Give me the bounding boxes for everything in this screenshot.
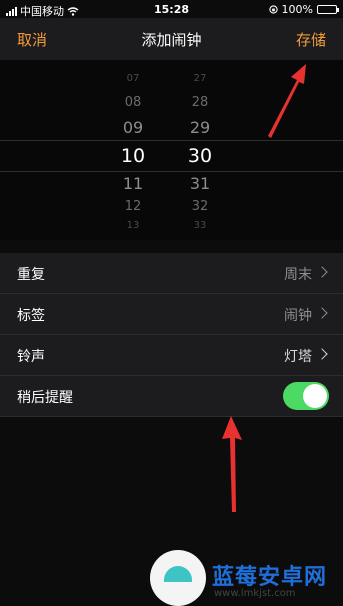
hour-option[interactable]: 09	[108, 118, 158, 137]
chevron-right-icon	[316, 307, 328, 319]
snooze-label: 稍后提醒	[17, 390, 73, 406]
label-label: 标签	[17, 308, 45, 324]
hour-option[interactable]: 13	[108, 220, 158, 231]
android-logo-icon	[150, 550, 206, 606]
label-value: 闹钟	[284, 308, 312, 324]
orientation-lock-icon	[268, 5, 278, 14]
hour-option[interactable]: 11	[108, 174, 158, 193]
minute-selected[interactable]: 30	[175, 145, 225, 167]
annotation-arrow-save	[268, 64, 306, 138]
minute-option[interactable]: 27	[175, 73, 225, 84]
snooze-row: 稍后提醒	[0, 376, 343, 417]
status-bar: 中国移动 15:28 100%	[0, 0, 343, 18]
sound-row[interactable]: 铃声 灯塔	[0, 335, 343, 376]
battery-icon	[317, 5, 339, 14]
minute-option[interactable]: 31	[175, 174, 225, 193]
sound-value: 灯塔	[284, 349, 312, 365]
minute-option[interactable]: 32	[175, 199, 225, 214]
watermark-url: www.lmkjst.com	[214, 588, 296, 599]
battery-percent: 100%	[281, 3, 313, 16]
settings-list: 重复 周末 标签 闹钟 铃声 灯塔 稍后提醒	[0, 253, 343, 417]
sound-label: 铃声	[17, 349, 45, 365]
annotation-arrow-snooze	[222, 416, 242, 512]
save-button[interactable]: 存储	[296, 29, 326, 50]
minute-option[interactable]: 33	[175, 220, 225, 231]
watermark: 蓝莓安卓网 www.lmkjst.com	[0, 540, 343, 606]
status-right: 100%	[268, 3, 339, 16]
repeat-row[interactable]: 重复 周末	[0, 253, 343, 294]
hour-option[interactable]: 08	[108, 95, 158, 110]
minute-option[interactable]: 29	[175, 118, 225, 137]
hour-selected[interactable]: 10	[108, 145, 158, 167]
page-title: 添加闹钟	[141, 31, 202, 49]
minute-option[interactable]: 28	[175, 95, 225, 110]
nav-bar: 取消 添加闹钟 存储	[0, 18, 343, 60]
toggle-knob	[303, 384, 327, 408]
snooze-toggle[interactable]	[283, 382, 329, 410]
label-row[interactable]: 标签 闹钟	[0, 294, 343, 335]
repeat-label: 重复	[17, 267, 45, 283]
chevron-right-icon	[316, 348, 328, 360]
watermark-name: 蓝莓安卓网	[212, 565, 328, 590]
picker-selection-band	[0, 140, 343, 172]
repeat-value: 周末	[284, 267, 312, 283]
hour-option[interactable]: 12	[108, 199, 158, 214]
hour-option[interactable]: 07	[108, 73, 158, 84]
chevron-right-icon	[316, 266, 328, 278]
